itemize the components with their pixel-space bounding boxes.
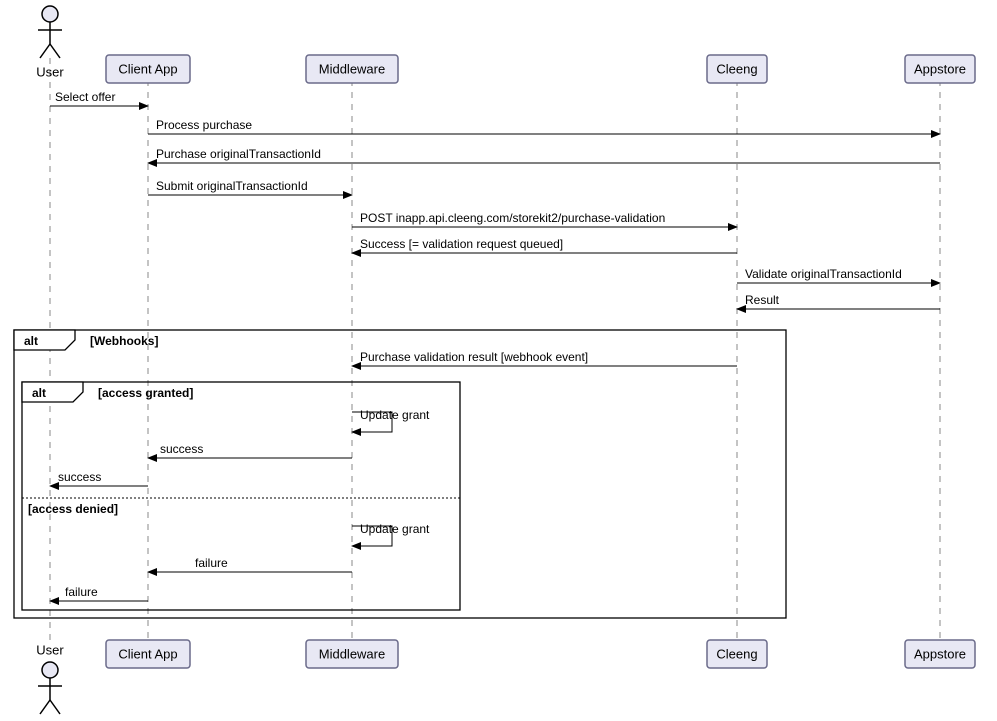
- participant-appstore-bottom: Appstore: [905, 640, 975, 668]
- msg-post-validation: POST inapp.api.cleeng.com/storekit2/purc…: [360, 211, 665, 225]
- msg-update-grant-1: Update grant: [360, 408, 430, 422]
- msg-process-purchase: Process purchase: [156, 118, 252, 132]
- msg-submit-txid: Submit originalTransactionId: [156, 179, 308, 193]
- msg-select-offer: Select offer: [55, 90, 115, 104]
- actor-user-top: User: [36, 6, 64, 80]
- frame-webhooks-tag: alt: [24, 334, 38, 348]
- frame-webhooks-guard: [Webhooks]: [90, 334, 158, 348]
- participant-client-label-bottom: Client App: [118, 647, 177, 662]
- frame-access-tag: alt: [32, 386, 46, 400]
- msg-success-mw-client: success: [160, 442, 203, 456]
- msg-result: Result: [745, 293, 780, 307]
- participant-cleeng-bottom: Cleeng: [707, 640, 767, 668]
- sequence-diagram: User Client App Middleware Cleeng Appsto…: [0, 0, 997, 721]
- actor-user-label-top: User: [36, 65, 64, 80]
- frame-webhooks: [14, 330, 786, 618]
- participant-client-top: Client App: [106, 55, 190, 83]
- participant-appstore-label-bottom: Appstore: [914, 647, 966, 662]
- msg-failure-client-user: failure: [65, 585, 98, 599]
- frame-access-guard1: [access granted]: [98, 386, 193, 400]
- participant-appstore-label-top: Appstore: [914, 62, 966, 77]
- msg-success-queued: Success [= validation request queued]: [360, 237, 563, 251]
- actor-user-label-bottom: User: [36, 643, 64, 658]
- participant-cleeng-top: Cleeng: [707, 55, 767, 83]
- participant-client-bottom: Client App: [106, 640, 190, 668]
- frame-access-guard2: [access denied]: [28, 502, 118, 516]
- msg-purchase-txid: Purchase originalTransactionId: [156, 147, 321, 161]
- participant-middleware-top: Middleware: [306, 55, 398, 83]
- msg-update-grant-2: Update grant: [360, 522, 430, 536]
- participant-appstore-top: Appstore: [905, 55, 975, 83]
- actor-user-bottom: User: [36, 643, 64, 715]
- participant-cleeng-label-top: Cleeng: [716, 62, 757, 77]
- msg-failure-mw-client: failure: [195, 556, 228, 570]
- msg-webhook-result: Purchase validation result [webhook even…: [360, 350, 588, 364]
- msg-success-client-user: success: [58, 470, 101, 484]
- participant-middleware-label-bottom: Middleware: [319, 647, 385, 662]
- participant-cleeng-label-bottom: Cleeng: [716, 647, 757, 662]
- participant-client-label-top: Client App: [118, 62, 177, 77]
- msg-validate-txid: Validate originalTransactionId: [745, 267, 902, 281]
- participant-middleware-bottom: Middleware: [306, 640, 398, 668]
- participant-middleware-label-top: Middleware: [319, 62, 385, 77]
